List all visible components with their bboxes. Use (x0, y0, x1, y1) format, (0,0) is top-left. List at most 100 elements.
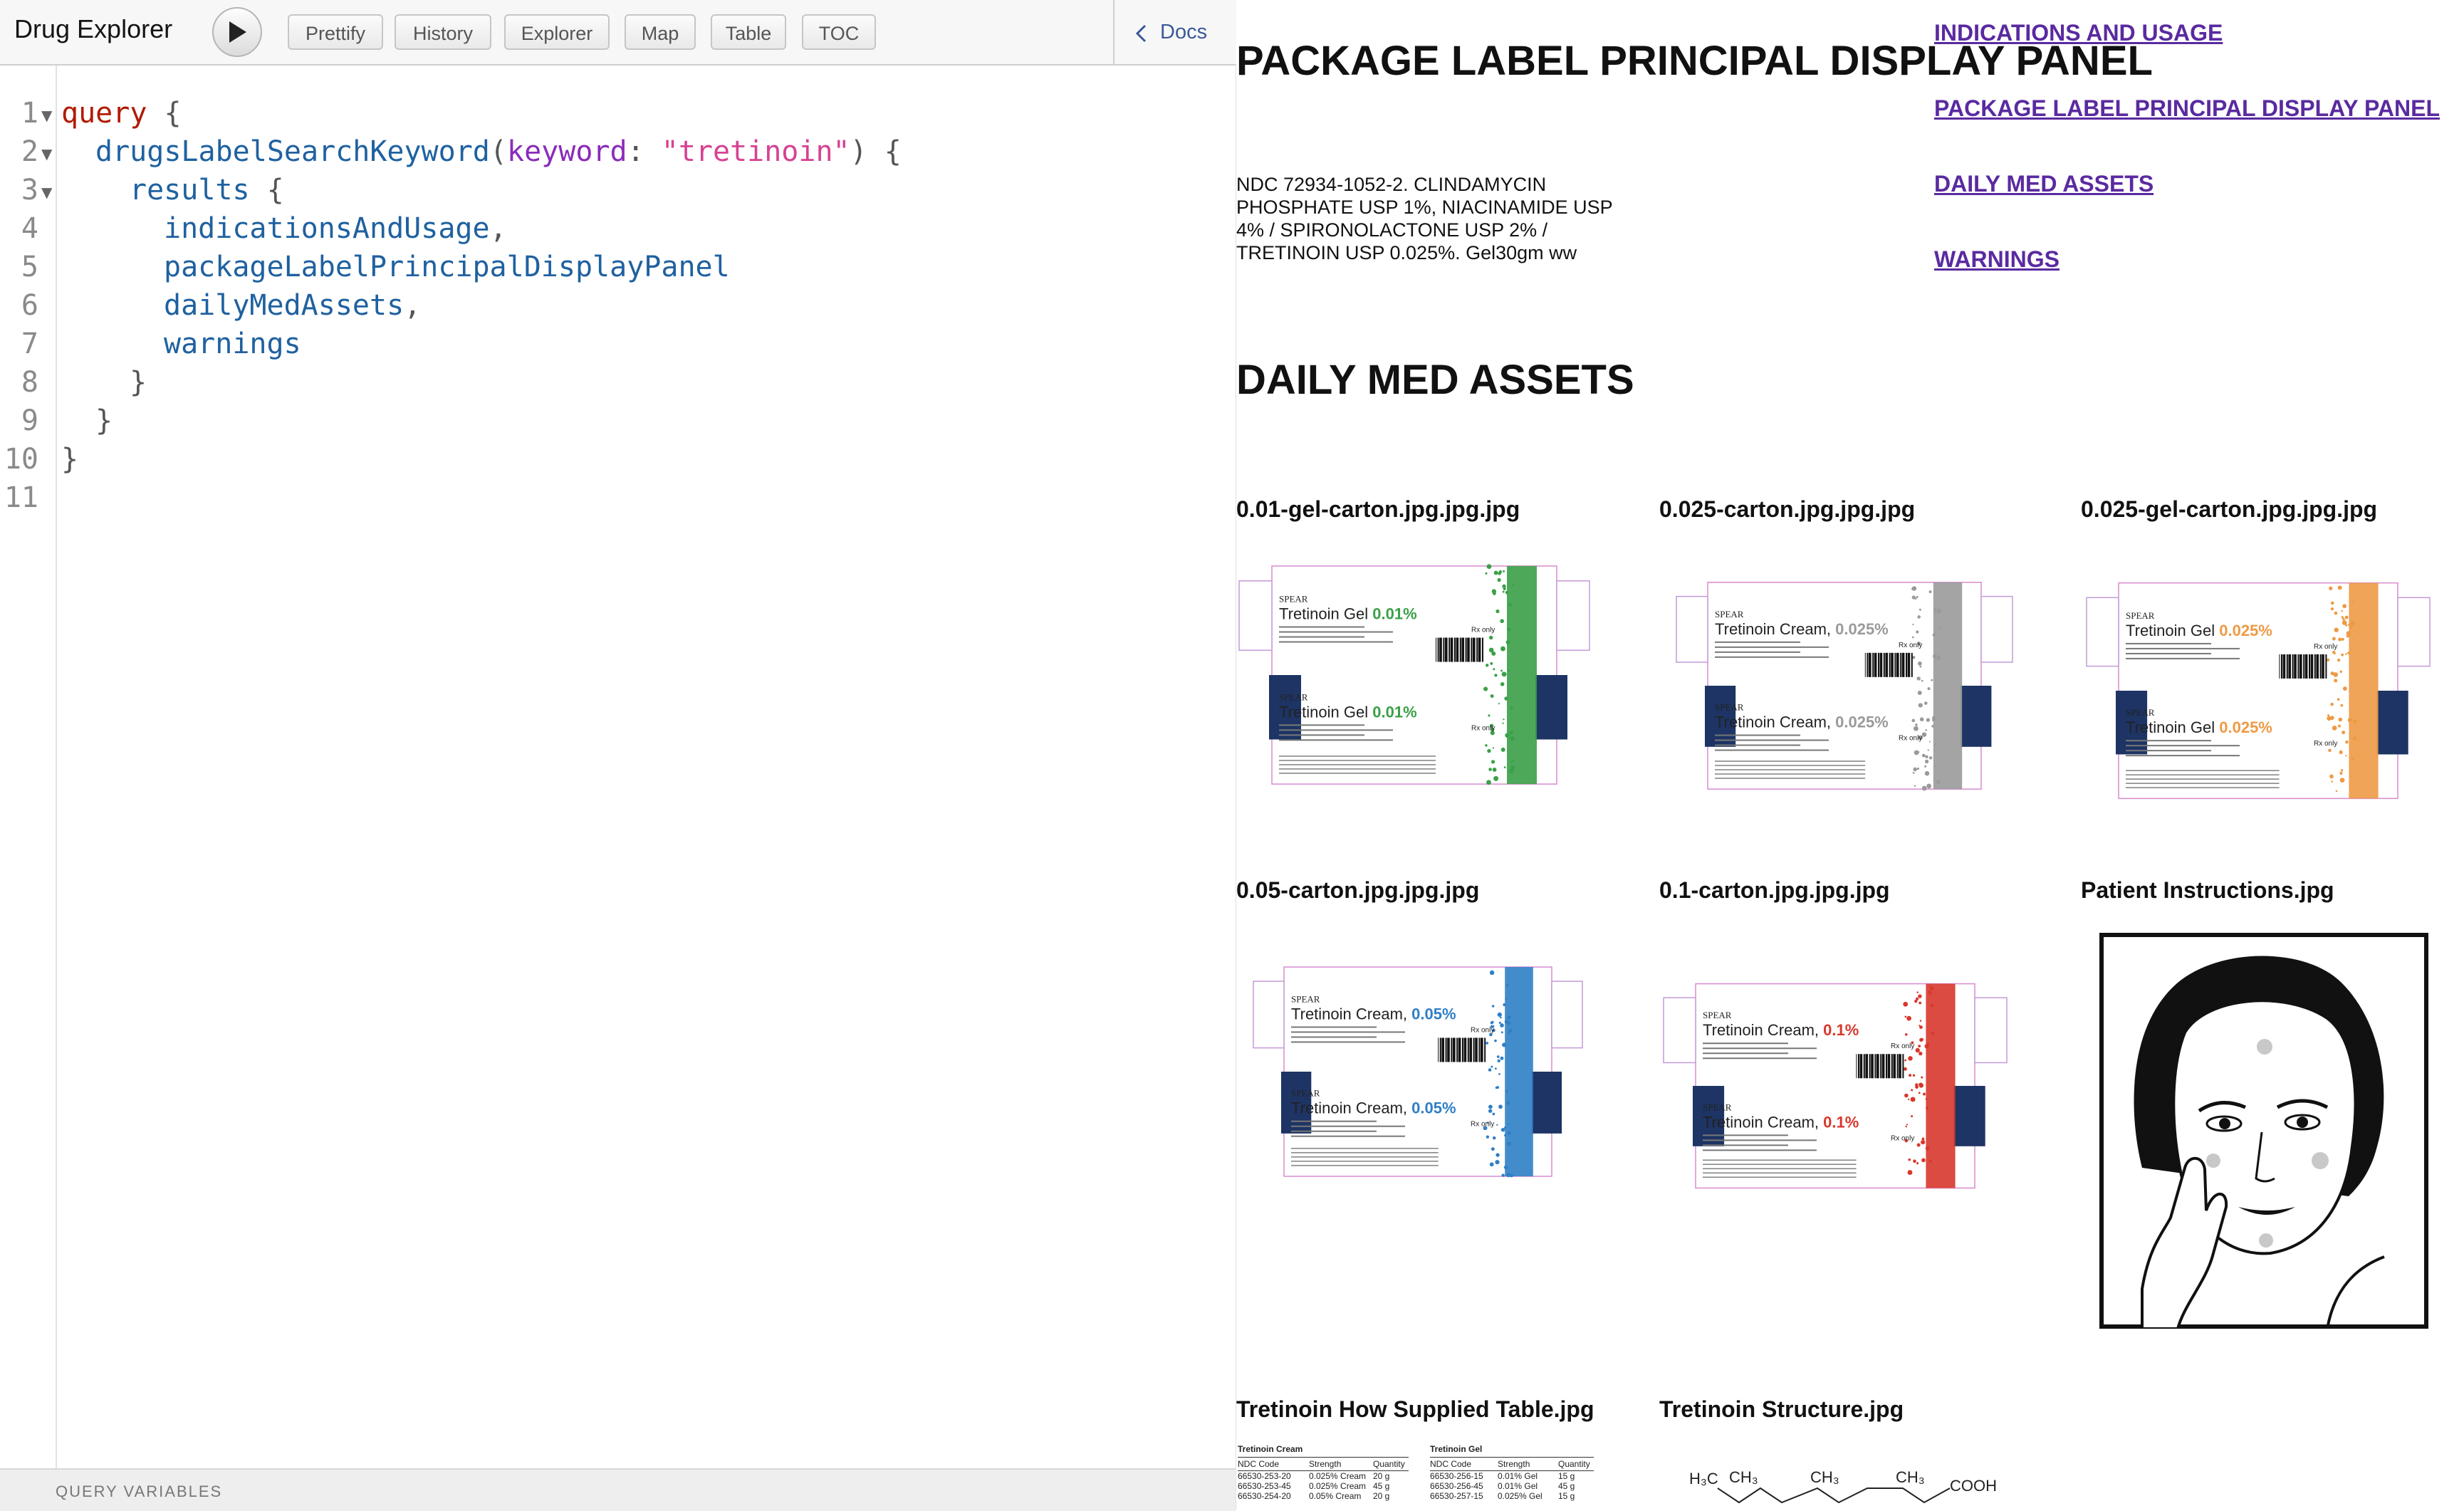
line-number: 4 (0, 212, 38, 245)
carton-product: Tretinoin Gel 0.01% (1279, 703, 1417, 721)
carton-brand: SPEAR (2126, 610, 2155, 621)
carton-image-0.025-cream[interactable]: SPEAR Tretinoin Cream, 0.025% Rx only SPEAR… (1674, 568, 2015, 803)
carton-image-0.025-gel[interactable]: SPEAR Tretinoin Gel 0.025% Rx only SPEAR Tre… (2084, 568, 2433, 813)
table-cell: 0.025% Cream (1309, 1481, 1373, 1491)
line-number: 5 (0, 251, 38, 283)
carton-brand: SPEAR (1291, 993, 1320, 1004)
table-header: NDC Code (1430, 1459, 1498, 1469)
line-number-gutter: 1 2 3 4 5 6 7 8 9 10 11 ▼ ▼ ▼ (0, 66, 57, 1468)
history-button[interactable]: History (395, 14, 491, 50)
table-cell: 45 g (1558, 1481, 1594, 1491)
table-header: Quantity (1373, 1459, 1409, 1469)
table-cell: 66530-256-15 (1430, 1471, 1498, 1481)
code-line-2: drugsLabelSearchKeyword(keyword: "tretin… (95, 135, 902, 168)
chevron-left-icon (1134, 24, 1147, 43)
carton-rx: Rx only (1891, 1134, 1914, 1142)
line-number: 1 (0, 97, 38, 130)
table-cell: 0.01% Gel (1498, 1471, 1558, 1481)
line-number: 3 (0, 174, 38, 206)
carton-brand: SPEAR (2126, 707, 2155, 718)
carton-art: SPEARTretinoin Gel 0.01%Rx onlySPEARTret… (1236, 551, 1592, 799)
package-label-text: NDC 72934-1052-2. CLINDAMYCIN PHOSPHATE … (1236, 173, 1635, 264)
carton-art: SPEARTretinoin Cream, 0.1%Rx onlySPEARTr… (1661, 970, 2010, 1202)
carton-image-0.05-cream[interactable]: SPEAR Tretinoin Cream, 0.05% Rx only SPEAR T… (1251, 953, 1585, 1191)
asset-title: Patient Instructions.jpg (2081, 877, 2334, 904)
asset-title: Tretinoin Structure.jpg (1659, 1396, 1904, 1423)
table-cell: 0.01% Gel (1498, 1481, 1558, 1491)
carton-image-0.01-gel[interactable]: SPEAR Tretinoin Gel 0.01% Rx only SPEAR Tret… (1236, 551, 1592, 799)
carton-product: Tretinoin Gel 0.025% (2126, 718, 2272, 736)
table-header: NDC Code (1238, 1459, 1309, 1469)
daily-med-assets-heading: DAILY MED ASSETS (1236, 356, 1634, 404)
carton-rx: Rx only (1471, 1026, 1494, 1034)
how-supplied-table-image[interactable]: Tretinoin Cream NDC Code Strength Quanti… (1238, 1444, 1594, 1510)
asset-title: Tretinoin How Supplied Table.jpg (1236, 1396, 1594, 1423)
explorer-button[interactable]: Explorer (504, 14, 610, 50)
carton-art: SPEARTretinoin Gel 0.025%Rx onlySPEARTre… (2084, 568, 2433, 813)
docs-button[interactable]: Docs (1113, 0, 1237, 64)
structure-label: CH₃ (1729, 1468, 1758, 1486)
chemical-structure: H₃C CH₃ CH₃ CH₃ COOH (1689, 1467, 2031, 1510)
toc-button[interactable]: TOC (802, 14, 876, 50)
table-cell: 0.025% Gel (1498, 1491, 1558, 1501)
toc-link-package-label[interactable]: PACKAGE LABEL PRINCIPAL DISPLAY PANEL (1934, 95, 2440, 122)
table-cell: 0.05% Cream (1309, 1491, 1373, 1501)
map-button[interactable]: Map (625, 14, 696, 50)
supplied-table-cream: Tretinoin Cream NDC Code Strength Quanti… (1238, 1444, 1409, 1501)
table-cell: 66530-257-15 (1430, 1491, 1498, 1501)
line-number: 10 (0, 443, 38, 476)
line-number: 11 (0, 481, 38, 514)
code-line-6: dailyMedAssets, (164, 289, 421, 322)
table-cell: 66530-253-45 (1238, 1481, 1309, 1491)
table-cell: 20 g (1373, 1491, 1409, 1501)
line-number: 7 (0, 328, 38, 360)
toc-link-warnings[interactable]: WARNINGS (1934, 246, 2060, 273)
code-line-4: indicationsAndUsage, (164, 212, 507, 245)
prettify-button[interactable]: Prettify (288, 14, 383, 50)
query-editor[interactable]: query { drugsLabelSearchKeyword(keyword:… (61, 66, 1201, 1468)
fold-arrow-icon[interactable]: ▼ (41, 107, 52, 124)
carton-product: Tretinoin Gel 0.01% (1279, 605, 1417, 623)
code-line-8: } (130, 366, 147, 399)
table-cell: 20 g (1373, 1471, 1409, 1481)
token-field: results (130, 174, 250, 206)
carton-image-0.1-cream[interactable]: SPEAR Tretinoin Cream, 0.1% Rx only SPEAR Tr… (1661, 970, 2010, 1202)
carton-brand: SPEAR (1703, 1102, 1732, 1112)
patient-instructions-image[interactable] (2099, 933, 2428, 1329)
run-button[interactable] (212, 7, 262, 57)
carton-product: Tretinoin Cream, 0.025% (1715, 713, 1889, 731)
toolbar: Drug Explorer Prettify History Explorer … (0, 0, 1236, 66)
carton-product: Tretinoin Cream, 0.1% (1703, 1113, 1859, 1131)
results-pane: INDICATIONS AND USAGE PACKAGE LABEL PRIN… (1236, 0, 2464, 1510)
tretinoin-structure-image[interactable]: H₃C CH₃ CH₃ CH₃ COOH (1689, 1467, 2031, 1510)
line-number: 9 (0, 404, 38, 437)
fold-arrow-icon[interactable]: ▼ (41, 184, 52, 201)
code-line-5: packageLabelPrincipalDisplayPanel (164, 251, 730, 283)
carton-brand: SPEAR (1715, 609, 1744, 619)
table-header: Strength (1309, 1459, 1373, 1469)
token-keyword: query (61, 97, 147, 130)
carton-rx: Rx only (1471, 724, 1495, 732)
table-header: Quantity (1558, 1459, 1594, 1469)
package-label-heading: PACKAGE LABEL PRINCIPAL DISPLAY PANEL (1236, 37, 2153, 85)
table-button[interactable]: Table (711, 14, 786, 50)
asset-title: 0.01-gel-carton.jpg.jpg.jpg (1236, 496, 1520, 523)
carton-brand: SPEAR (1279, 691, 1308, 702)
asset-title: 0.025-carton.jpg.jpg.jpg (1659, 496, 1915, 523)
query-variables-label: QUERY VARIABLES (56, 1483, 222, 1501)
carton-rx: Rx only (2314, 740, 2337, 748)
carton-rx: Rx only (1471, 627, 1495, 634)
query-variables-bar[interactable]: QUERY VARIABLES (0, 1468, 1236, 1511)
fold-arrow-icon[interactable]: ▼ (41, 145, 52, 162)
toc-link-daily-med-assets[interactable]: DAILY MED ASSETS (1934, 171, 2154, 197)
token-string: "tretinoin" (662, 135, 850, 168)
carton-art: SPEARTretinoin Cream, 0.025%Rx onlySPEAR… (1674, 568, 2015, 803)
table-cell: 15 g (1558, 1491, 1594, 1501)
token-field: drugsLabelSearchKeyword (95, 135, 490, 168)
carton-product: Tretinoin Gel 0.025% (2126, 622, 2272, 639)
carton-product: Tretinoin Cream, 0.025% (1715, 620, 1889, 638)
carton-product: Tretinoin Cream, 0.05% (1291, 1099, 1456, 1117)
structure-label: CH₃ (1810, 1468, 1839, 1486)
token-field: warnings (164, 328, 301, 360)
code-line-9: } (95, 404, 113, 437)
